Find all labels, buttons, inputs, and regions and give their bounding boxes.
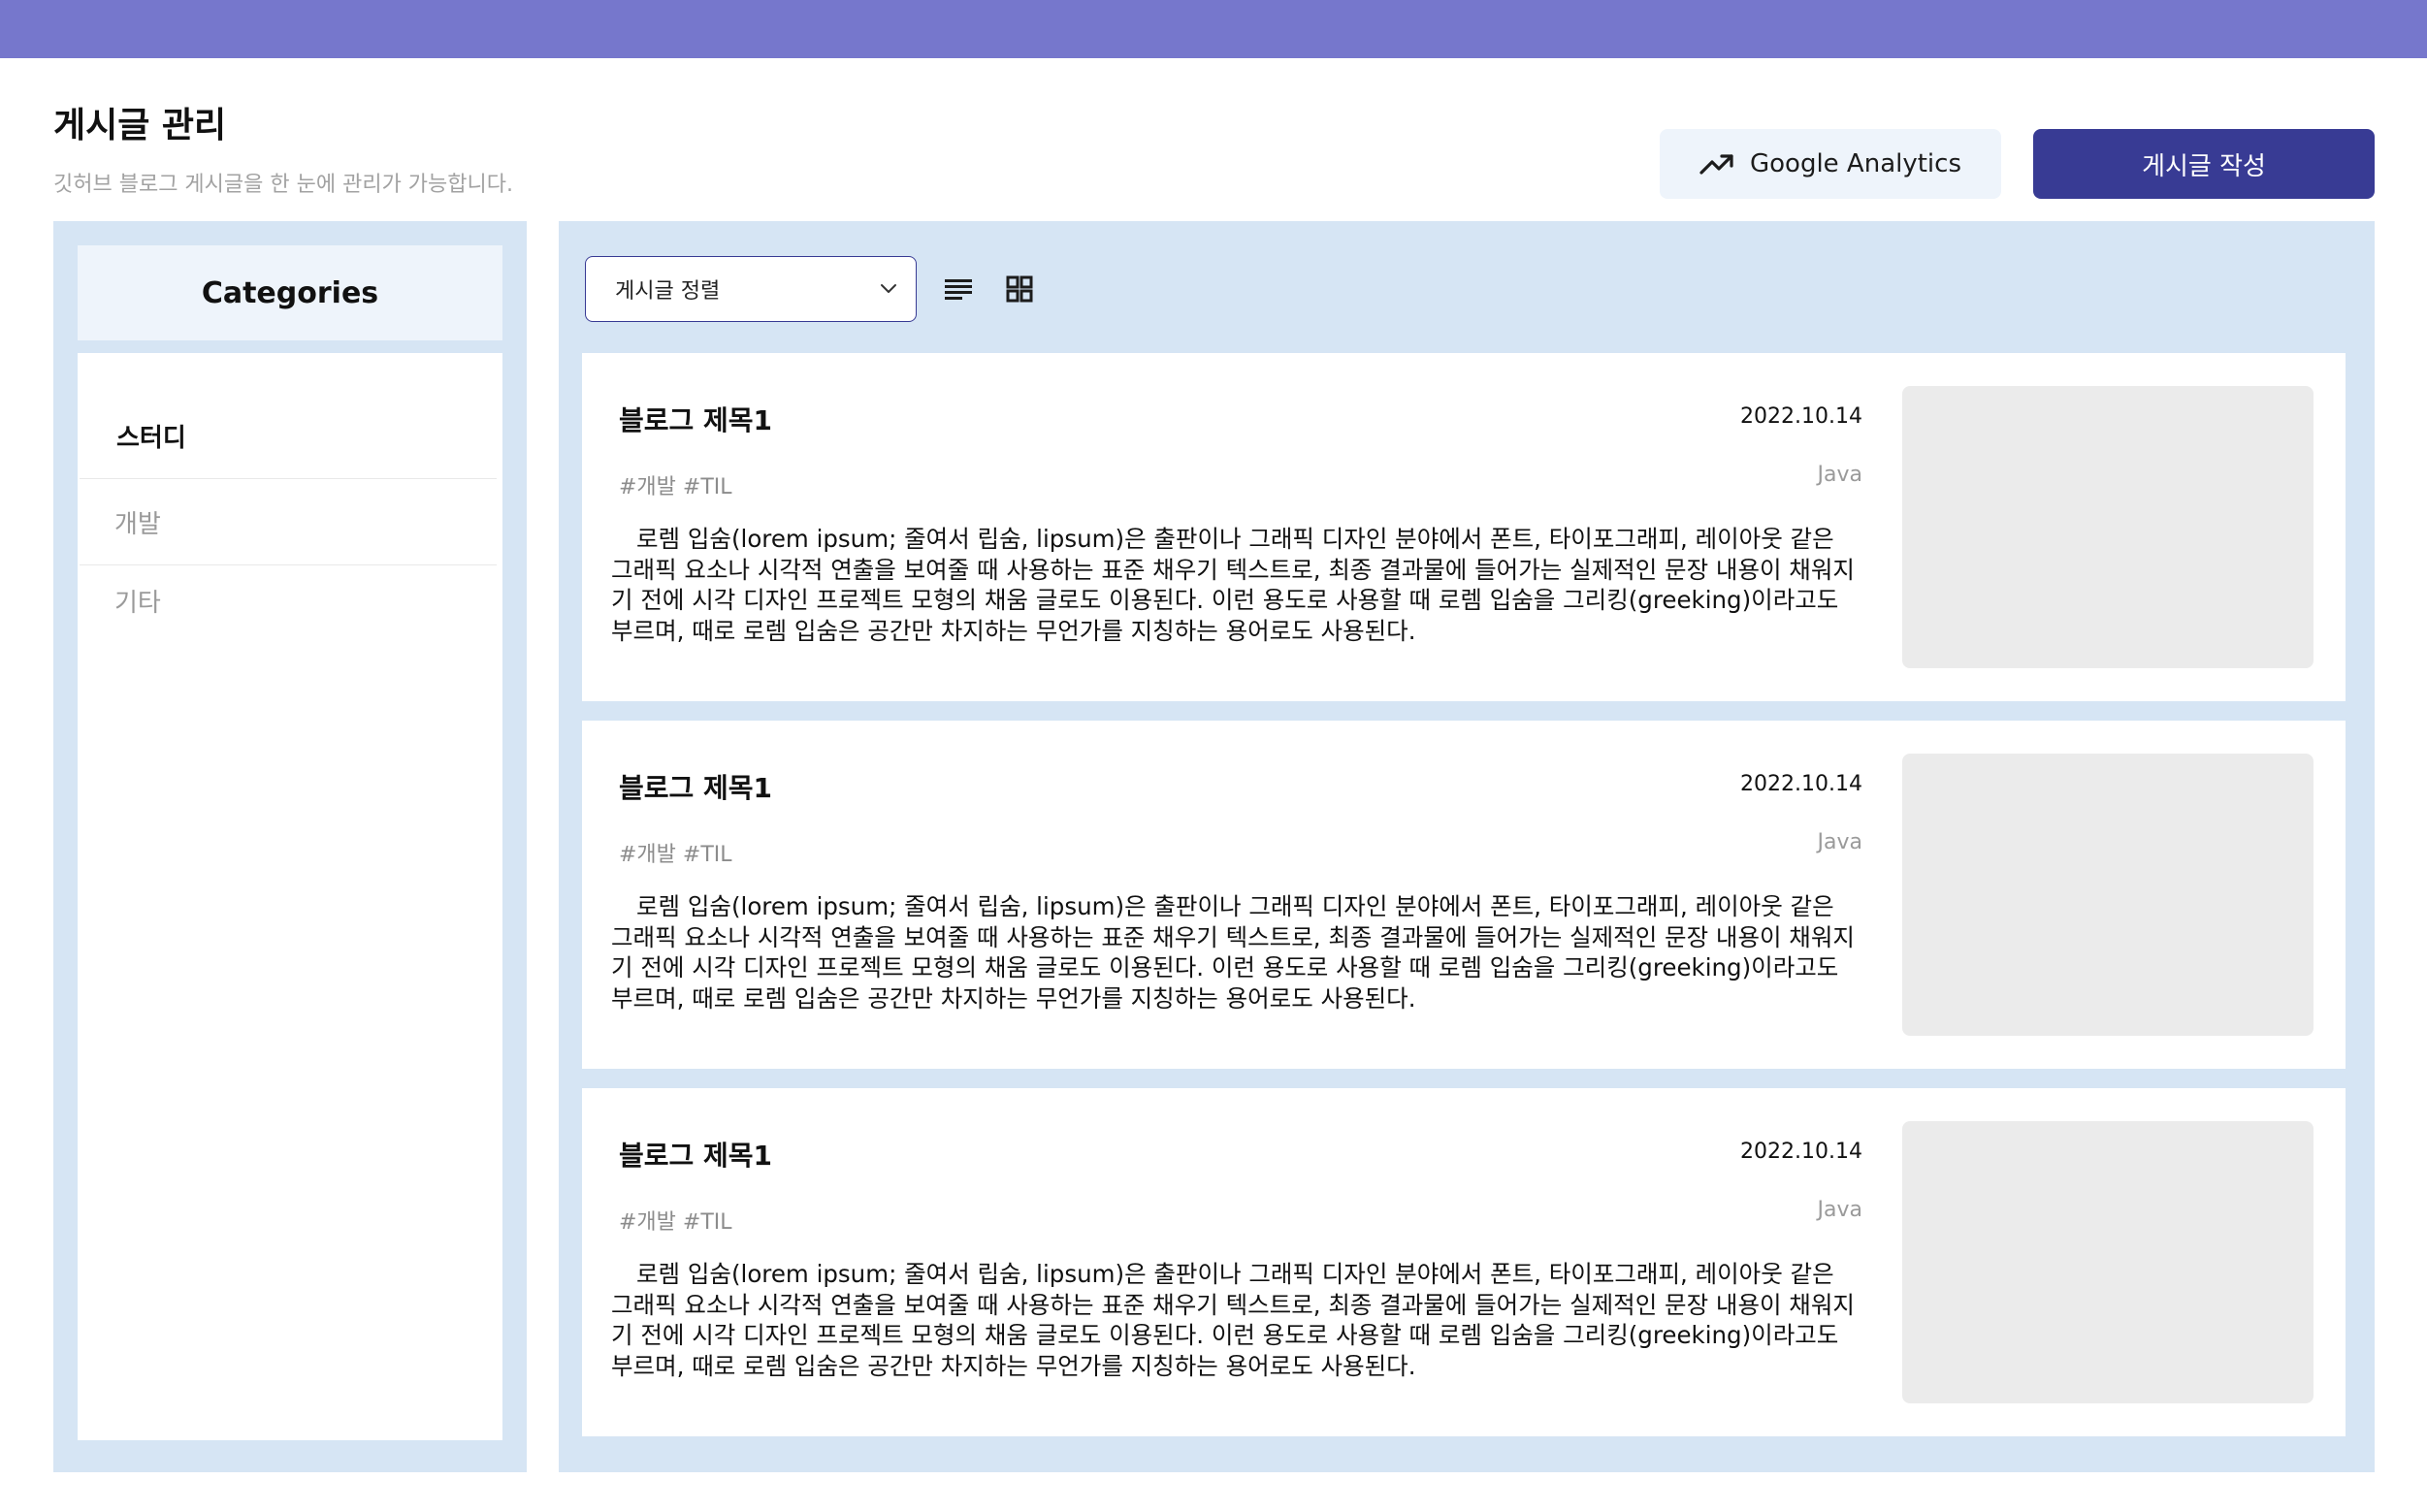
post-excerpt: 로렘 입숨(lorem ipsum; 줄여서 립숨, lipsum)은 출판이나…: [611, 892, 1855, 1013]
category-label: 개발: [114, 510, 161, 539]
category-list: 스터디 개발 기타: [78, 353, 502, 1440]
post-thumbnail-placeholder: [1902, 754, 2314, 1036]
category-item-dev[interactable]: 개발: [80, 480, 497, 565]
page-subtitle: 깃허브 블로그 게시글을 한 눈에 관리가 가능합니다.: [53, 173, 513, 197]
post-category: Java: [1817, 463, 1862, 487]
write-post-button[interactable]: 게시글 작성: [2033, 129, 2375, 199]
post-date: 2022.10.14: [1740, 1140, 1862, 1164]
post-thumbnail-placeholder: [1902, 386, 2314, 668]
post-category: Java: [1817, 1198, 1862, 1222]
post-date: 2022.10.14: [1740, 772, 1862, 796]
trending-up-icon: [1699, 152, 1734, 176]
post-tags: #개발 #TIL: [619, 1210, 732, 1235]
post-list-panel: 게시글 정렬 블로그 제목1 2022.10.14 #개발 #TIL Java …: [559, 221, 2375, 1472]
google-analytics-label: Google Analytics: [1749, 149, 1962, 178]
post-tags: #개발 #TIL: [619, 843, 732, 867]
category-item-etc[interactable]: 기타: [80, 558, 497, 643]
post-thumbnail-placeholder: [1902, 1121, 2314, 1403]
post-date: 2022.10.14: [1740, 404, 1862, 429]
chevron-down-icon: [879, 278, 898, 304]
list-view-icon[interactable]: [945, 275, 974, 306]
grid-view-icon[interactable]: [1006, 275, 1035, 306]
post-excerpt: 로렘 입숨(lorem ipsum; 줄여서 립숨, lipsum)은 출판이나…: [611, 1260, 1855, 1380]
post-title: 블로그 제목1: [619, 1140, 773, 1172]
category-sidebar: Categories 스터디 개발 기타: [53, 221, 527, 1472]
post-card[interactable]: 블로그 제목1 2022.10.14 #개발 #TIL Java 로렘 입숨(l…: [582, 1088, 2346, 1436]
sidebar-title: Categories: [201, 275, 379, 310]
sort-select[interactable]: 게시글 정렬: [585, 256, 917, 322]
post-title: 블로그 제목1: [619, 772, 773, 804]
sidebar-header: Categories: [78, 245, 502, 340]
category-label: 스터디: [116, 424, 186, 453]
google-analytics-button[interactable]: Google Analytics: [1660, 129, 2001, 199]
page-title: 게시글 관리: [53, 106, 227, 145]
category-item-study[interactable]: 스터디: [80, 394, 497, 479]
category-label: 기타: [114, 588, 161, 618]
post-category: Java: [1817, 830, 1862, 854]
post-tags: #개발 #TIL: [619, 475, 732, 499]
post-card[interactable]: 블로그 제목1 2022.10.14 #개발 #TIL Java 로렘 입숨(l…: [582, 353, 2346, 701]
sort-select-value: 게시글 정렬: [615, 279, 721, 304]
top-bar: [0, 0, 2427, 58]
post-title: 블로그 제목1: [619, 404, 773, 436]
post-card[interactable]: 블로그 제목1 2022.10.14 #개발 #TIL Java 로렘 입숨(l…: [582, 721, 2346, 1069]
post-excerpt: 로렘 입숨(lorem ipsum; 줄여서 립숨, lipsum)은 출판이나…: [611, 525, 1855, 645]
write-post-label: 게시글 작성: [2142, 151, 2266, 181]
